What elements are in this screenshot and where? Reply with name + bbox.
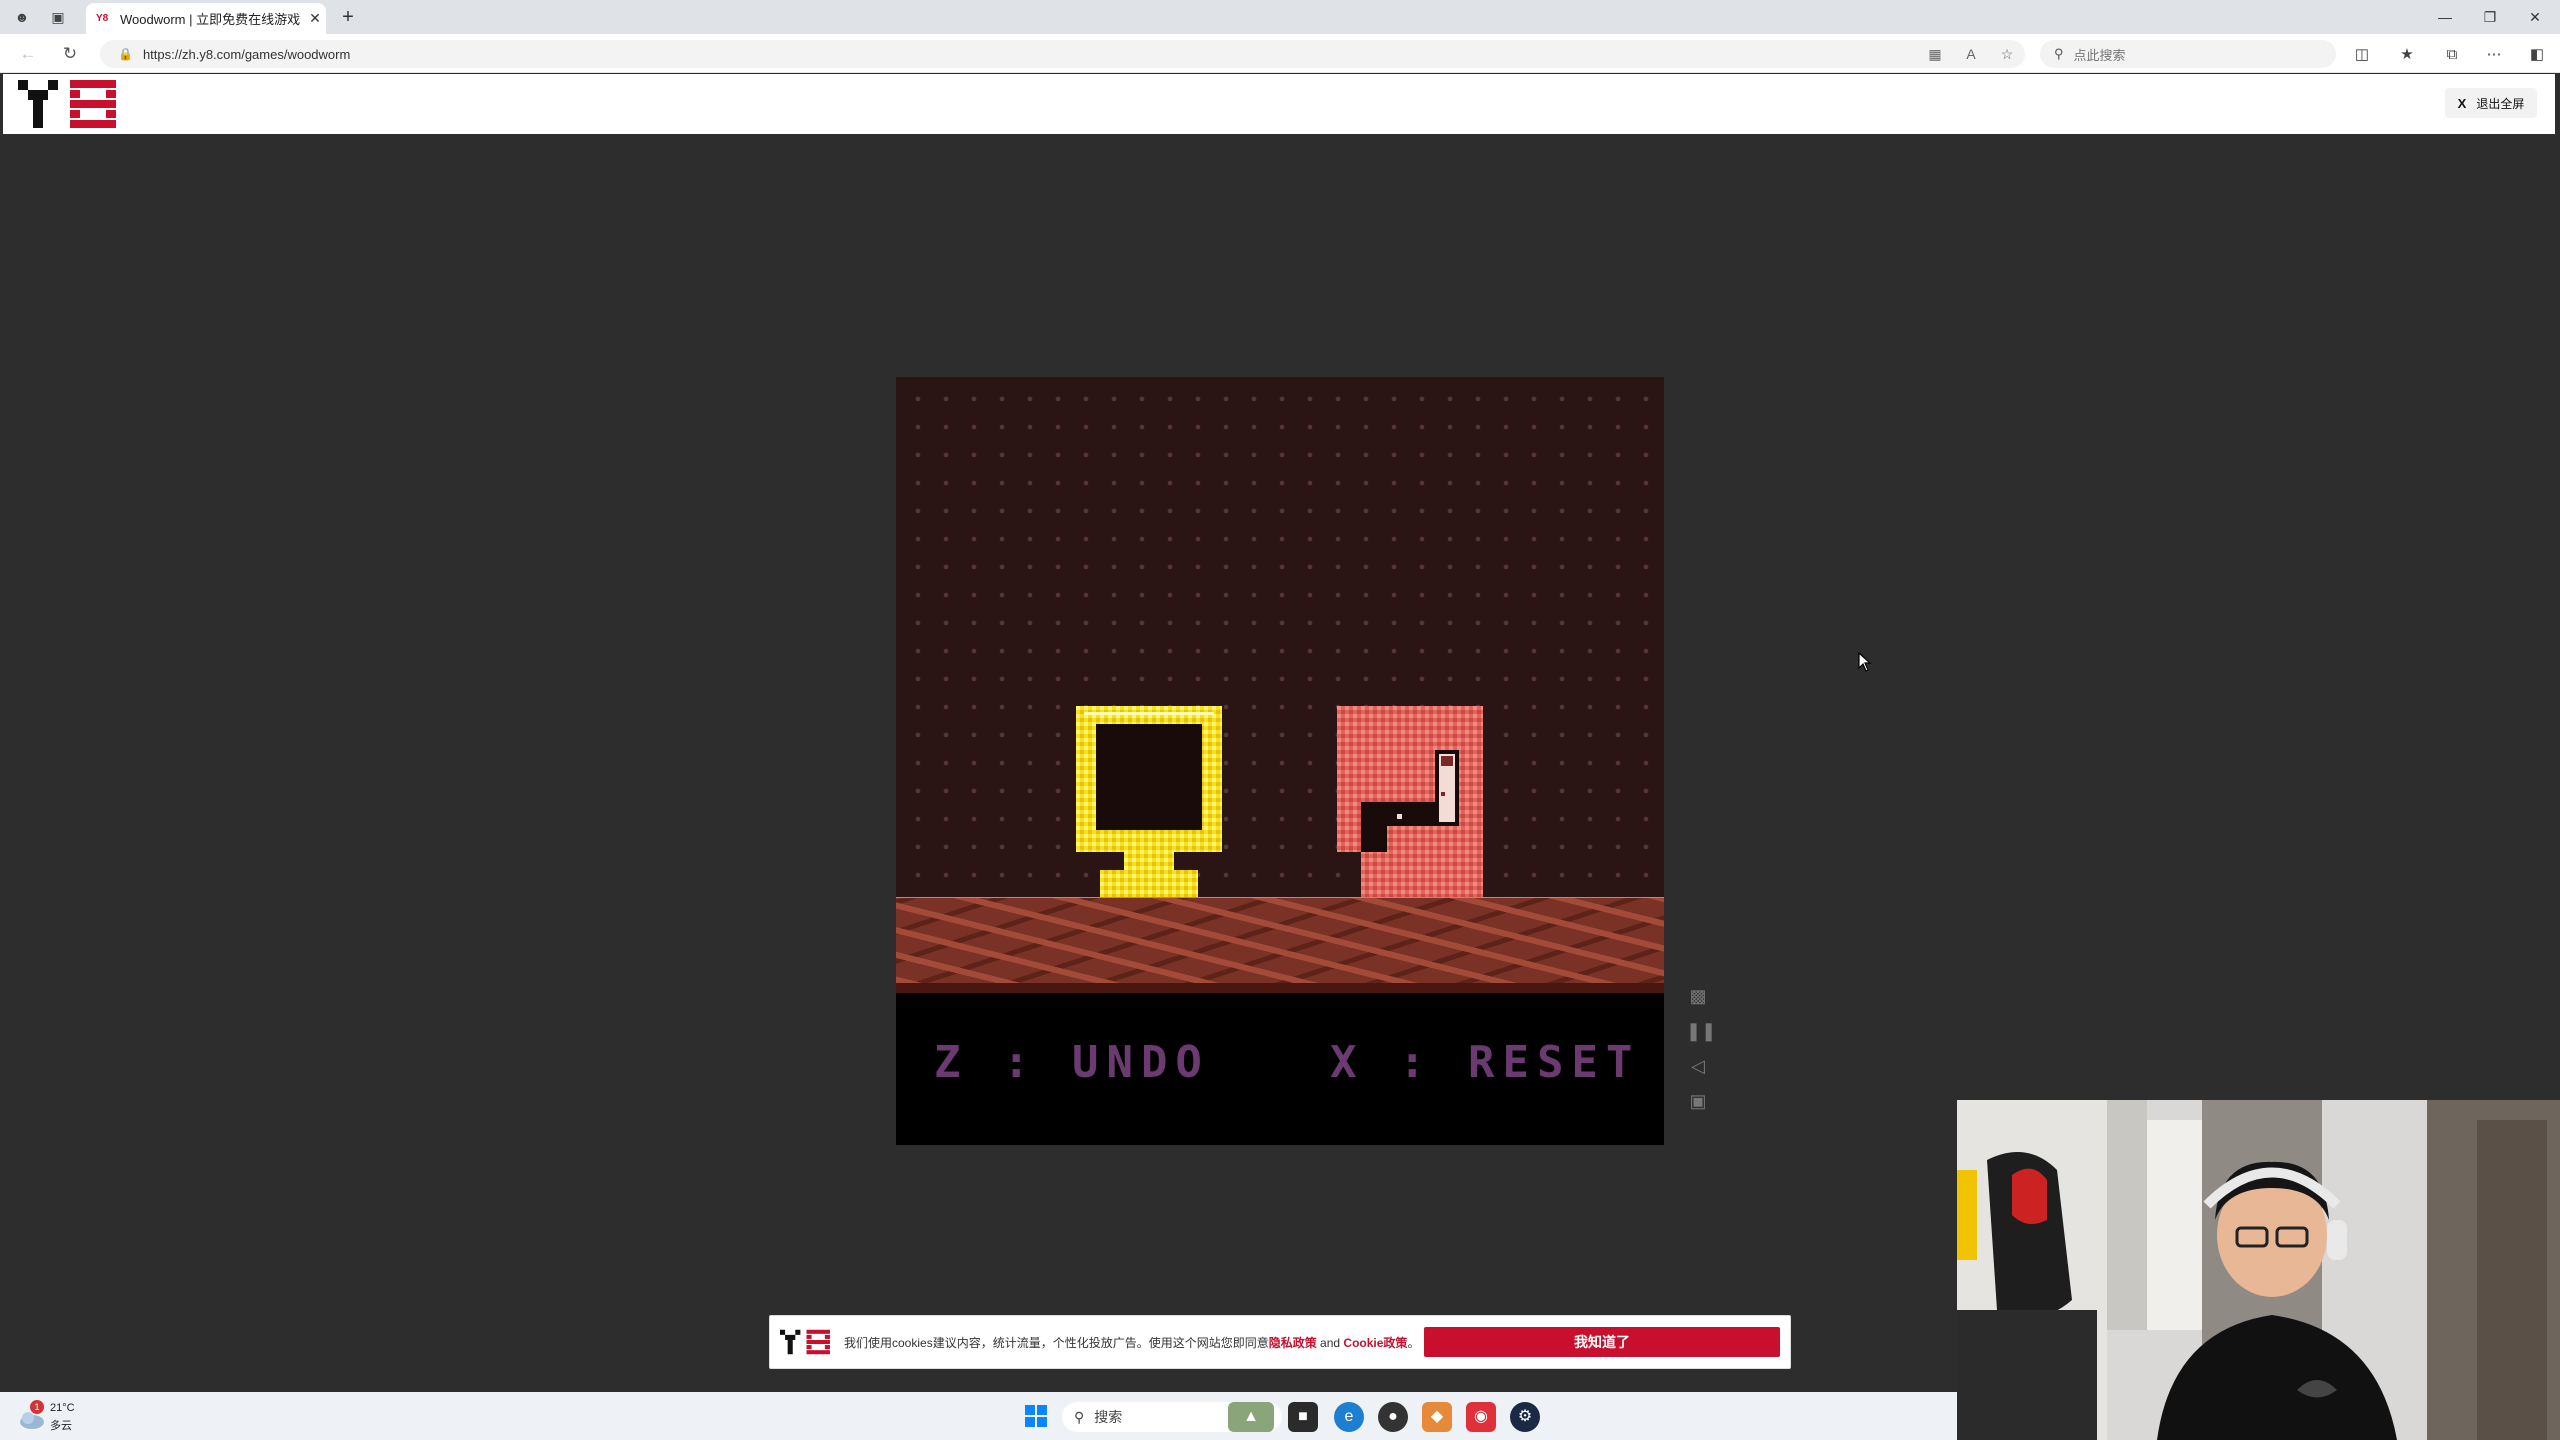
tab-title: Woodworm | 立即免费在线游戏 -	[120, 12, 304, 27]
fullscreen-icon[interactable]: ▣	[1686, 1089, 1710, 1113]
chrome-icon[interactable]: ●	[1378, 1402, 1408, 1432]
browser-search-box[interactable]: ⚲ 点此搜索	[2040, 40, 2336, 68]
weather-badge: 1	[30, 1400, 44, 1414]
cookie-banner: 我们使用cookies建议内容，统计流量，个性化投放广告。使用这个网站您即同意隐…	[769, 1315, 1791, 1369]
app-icon[interactable]: ◆	[1422, 1402, 1452, 1432]
trophy-goal-icon	[1076, 706, 1222, 898]
cookie-accept-button[interactable]: 我知道了	[1424, 1327, 1780, 1357]
file-explorer-icon[interactable]: ■	[1288, 1402, 1318, 1432]
browser-tab-bar	[0, 0, 2560, 34]
cookie-text: 我们使用cookies建议内容，统计流量，个性化投放广告。使用这个网站您即同意隐…	[844, 1334, 1424, 1351]
close-icon[interactable]: ✕	[2515, 6, 2555, 28]
profile-icon[interactable]: ☻	[12, 7, 32, 27]
refresh-icon[interactable]: ↻	[58, 42, 82, 66]
ground-bottom	[896, 983, 1664, 993]
y8-logo[interactable]	[18, 80, 120, 128]
game-playfield	[896, 377, 1664, 897]
cookie-policy-link[interactable]: Cookie政策	[1343, 1336, 1407, 1350]
new-tab-button[interactable]: +	[336, 5, 360, 29]
cookie-text-end: 。	[1407, 1335, 1420, 1350]
weather-temp: 21°C	[50, 1402, 75, 1414]
taskbar-search-label: 搜索	[1094, 1409, 1123, 1425]
weather-desc: 多云	[50, 1420, 72, 1432]
search-placeholder: 点此搜索	[2073, 47, 2126, 63]
lock-icon[interactable]: 🔒	[118, 47, 133, 61]
sidebar-icon[interactable]: ◧	[2525, 44, 2549, 66]
restore-icon[interactable]: ❐	[2470, 6, 2510, 28]
pause-icon[interactable]: ❚❚	[1686, 1019, 1716, 1043]
privacy-policy-link[interactable]: 隐私政策	[1269, 1336, 1317, 1350]
cookie-text-body: 我们使用cookies建议内容，统计流量，个性化投放广告。使用这个网站您即同意	[844, 1335, 1269, 1350]
windows-taskbar	[0, 1392, 1957, 1440]
wood-ground	[896, 898, 1664, 992]
edge-icon[interactable]: e	[1334, 1402, 1364, 1432]
game-canvas[interactable]: Z : UNDO X : RESET	[896, 377, 1664, 1145]
y8-logo-small	[780, 1329, 830, 1355]
weather-widget[interactable]: 1 21°C 多云	[18, 1400, 88, 1434]
exit-fullscreen-button[interactable]: X 退出全屏	[2445, 88, 2537, 118]
widgets-icon[interactable]: ▲	[1228, 1402, 1274, 1432]
windows-start-icon[interactable]	[1024, 1404, 1048, 1428]
exit-fullscreen-label: 退出全屏	[2476, 96, 2525, 111]
hud-undo-hint: Z : UNDO	[934, 1037, 1210, 1088]
taskbar-search-icon: ⚲	[1074, 1408, 1085, 1425]
y8-favicon-icon: Y8	[96, 12, 109, 24]
netease-music-icon[interactable]: ◉	[1466, 1402, 1496, 1432]
exit-fullscreen-key: X	[2457, 95, 2467, 111]
favorites-icon[interactable]: ★	[2395, 44, 2419, 66]
site-header	[3, 74, 2555, 134]
volume-icon[interactable]: ◁	[1686, 1054, 1710, 1078]
cookie-text-and: and	[1316, 1335, 1344, 1350]
minimize-icon[interactable]: —	[2425, 6, 2465, 28]
mouse-cursor-icon	[1858, 652, 1872, 672]
url-text[interactable]: https://zh.y8.com/games/woodworm	[143, 47, 1917, 62]
gamepad-icon[interactable]: ▩	[1686, 984, 1710, 1008]
webcam-overlay	[1957, 1100, 2560, 1440]
favorite-star-icon[interactable]: ☆	[1989, 46, 2025, 63]
split-screen-icon[interactable]: ◫	[2350, 44, 2374, 66]
tab-actions-icon[interactable]: ▣	[48, 7, 68, 27]
address-bar[interactable]: 🔒 https://zh.y8.com/games/woodworm ▦ A ☆	[100, 40, 2025, 68]
more-icon[interactable]: ⋯	[2482, 44, 2506, 66]
tab-close-icon[interactable]: ✕	[304, 10, 326, 27]
back-icon[interactable]: ←	[16, 42, 40, 66]
read-aloud-icon[interactable]: A	[1953, 46, 1989, 62]
steam-icon[interactable]: ⚙	[1510, 1402, 1540, 1432]
browser-tab[interactable]: Y8 Woodworm | 立即免费在线游戏 - ✕	[86, 3, 326, 34]
collections-icon[interactable]: ⧉	[2440, 44, 2464, 66]
search-icon: ⚲	[2054, 46, 2064, 61]
wood-block-with-worm	[1337, 706, 1483, 898]
app-available-icon[interactable]: ▦	[1917, 46, 1953, 63]
hud-reset-hint: X : RESET	[1330, 1037, 1641, 1088]
